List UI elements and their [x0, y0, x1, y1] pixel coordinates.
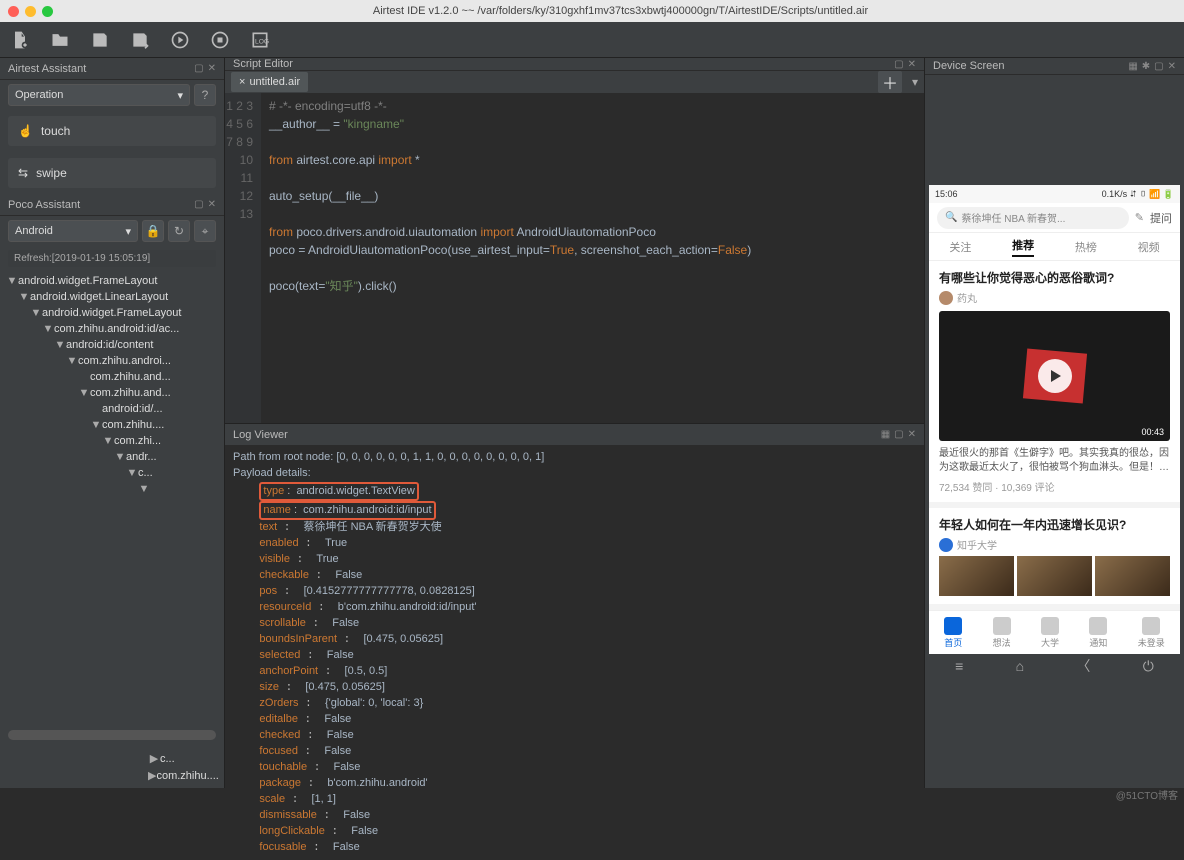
back-icon[interactable]: 〈 [1076, 656, 1090, 676]
device-mirror[interactable]: 15:060.1K/s ⮃ ▯ 📶 🔋 🔍蔡徐坤任 NBA 新春贺... ✎ 提… [929, 185, 1180, 654]
edit-icon: ✎ [1135, 211, 1144, 224]
close-panel-icon[interactable]: ✕ [908, 59, 916, 70]
phone-bottom-nav[interactable]: 首页想法大学通知 未登录 [929, 610, 1180, 654]
save-icon[interactable] [90, 30, 110, 50]
device-nav-bar[interactable]: ≡ ⌂ 〈 ⏻ [929, 654, 1180, 678]
filter-icon[interactable]: ▦ [881, 429, 890, 440]
undock-icon[interactable]: ▢ [894, 429, 903, 440]
tree-row[interactable]: ▼ [0, 481, 224, 497]
device-screen-header: Device Screen ▦✱▢✕ [925, 58, 1184, 75]
svg-text:LOG: LOG [255, 38, 269, 45]
touch-button[interactable]: ☝touch [8, 116, 216, 146]
refresh-button[interactable]: ↻ [168, 220, 190, 242]
window-title: Airtest IDE v1.2.0 ~~ /var/folders/ky/31… [65, 5, 1176, 17]
phone-search-input[interactable]: 🔍蔡徐坤任 NBA 新春贺... [937, 207, 1129, 229]
tree-row[interactable]: ▼ c... [0, 465, 224, 481]
tree-row[interactable]: android:id/... [0, 401, 224, 417]
tree-row[interactable]: ▼ android:id/content [0, 337, 224, 353]
tree-row[interactable]: com.zhihu.and... [0, 369, 224, 385]
tree-row[interactable]: ▼ android.widget.LinearLayout [0, 289, 224, 305]
stop-icon[interactable] [210, 30, 230, 50]
hand-icon: ☝ [18, 124, 33, 138]
phone-nav-item[interactable]: 首页 [944, 617, 962, 649]
close-panel-icon[interactable]: ✕ [1168, 61, 1176, 72]
poco-assistant-header: Poco Assistant ▢✕ [0, 194, 224, 216]
close-panel-icon[interactable]: ✕ [908, 429, 916, 440]
tree-row[interactable]: ▼ andr... [0, 449, 224, 465]
tree-row[interactable]: ▼ com.zhihu.and... [0, 385, 224, 401]
script-editor-header: Script Editor ▢✕ [225, 58, 924, 71]
lock-button[interactable]: 🔒 [142, 220, 164, 242]
report-icon[interactable]: LOG [250, 30, 270, 50]
phone-status-bar: 15:060.1K/s ⮃ ▯ 📶 🔋 [929, 185, 1180, 203]
power-icon[interactable]: ⏻ [1143, 658, 1154, 675]
play-icon[interactable] [1038, 359, 1072, 393]
tree-row[interactable]: ▼ com.zhihu.... [0, 417, 224, 433]
log-output[interactable]: Path from root node: [0, 0, 0, 0, 0, 0, … [225, 446, 924, 860]
close-tab-icon[interactable]: × [239, 76, 245, 88]
chevron-down-icon: ▾ [125, 225, 131, 238]
phone-nav-item[interactable]: 想法 [993, 617, 1011, 649]
tree-row[interactable]: ▼ com.zhi... [0, 433, 224, 449]
avatar [939, 538, 953, 552]
home-icon[interactable]: ⌂ [1016, 658, 1024, 674]
minimize-window-icon[interactable] [25, 6, 36, 17]
inspect-button[interactable]: ⌖ [194, 220, 216, 242]
close-window-icon[interactable] [8, 6, 19, 17]
chevron-down-icon: ▾ [177, 89, 183, 102]
undock-icon[interactable]: ▢ [1154, 61, 1163, 72]
swipe-icon: ⇆ [18, 166, 28, 180]
tree-row[interactable] [0, 497, 224, 501]
new-tab-button[interactable]: ＋ [878, 71, 902, 93]
poco-driver-select[interactable]: Android▾ [8, 220, 138, 242]
maximize-window-icon[interactable] [42, 6, 53, 17]
video-thumbnail[interactable]: 00:43 [939, 311, 1170, 441]
tree-row[interactable]: ▼ android.widget.FrameLayout [0, 305, 224, 321]
tools-icon[interactable]: ✱ [1142, 61, 1150, 72]
avatar [939, 291, 953, 305]
phone-tab[interactable]: 热榜 [1075, 239, 1097, 255]
undock-icon[interactable]: ▢ [194, 199, 203, 210]
phone-tab[interactable]: 推荐 [1012, 237, 1034, 257]
phone-tab[interactable]: 视频 [1138, 239, 1160, 255]
window-titlebar: Airtest IDE v1.2.0 ~~ /var/folders/ky/31… [0, 0, 1184, 22]
feed-card[interactable]: 有哪些让你觉得恶心的恶俗歌词? 药丸 00:43 最近很火的那首《生僻字》吧。其… [929, 261, 1180, 508]
save-as-icon[interactable] [130, 30, 150, 50]
log-viewer-header: Log Viewer ▦▢✕ [225, 424, 924, 446]
search-icon: 🔍 [945, 212, 957, 223]
phone-nav-item[interactable]: 大学 [1041, 617, 1059, 649]
phone-feed-tabs[interactable]: 关注 推荐 热榜 视频 [929, 233, 1180, 261]
tab-menu-icon[interactable]: ▾ [912, 75, 918, 89]
tree-row[interactable]: ▼ com.zhihu.android:id/ac... [0, 321, 224, 337]
feed-card[interactable]: 年轻人如何在一年内迅速增长见识? 知乎大学 [929, 508, 1180, 610]
tree-row[interactable]: ▼ android.widget.FrameLayout [0, 273, 224, 289]
code-editor[interactable]: 1 2 3 4 5 6 7 8 9 10 11 12 13 # -*- enco… [225, 93, 924, 423]
operation-select[interactable]: Operation▾ [8, 84, 190, 106]
undock-icon[interactable]: ▢ [194, 63, 203, 74]
new-file-icon[interactable] [10, 30, 30, 50]
help-button[interactable]: ? [194, 84, 216, 106]
ui-hierarchy-tree[interactable]: ▼ android.widget.FrameLayout▼ android.wi… [0, 271, 224, 724]
editor-tab[interactable]: ×untitled.air [231, 72, 308, 92]
undock-icon[interactable]: ▢ [894, 59, 903, 70]
ask-button[interactable]: 提问 [1150, 210, 1172, 226]
watermark-text: @51CTO博客 [1116, 787, 1178, 802]
run-icon[interactable] [170, 30, 190, 50]
main-toolbar: LOG [0, 22, 1184, 58]
close-panel-icon[interactable]: ✕ [208, 199, 216, 210]
phone-tab[interactable]: 关注 [949, 239, 971, 255]
tree-row[interactable]: ▶ c... [8, 750, 216, 767]
airtest-assistant-header: Airtest Assistant ▢✕ [0, 58, 224, 80]
phone-nav-item[interactable]: 未登录 [1138, 617, 1165, 649]
close-panel-icon[interactable]: ✕ [208, 63, 216, 74]
swipe-button[interactable]: ⇆swipe [8, 158, 216, 188]
tree-row[interactable]: ▶ com.zhihu.... [8, 767, 216, 784]
tree-row[interactable]: ▼ com.zhihu.androi... [0, 353, 224, 369]
horizontal-scrollbar[interactable] [8, 730, 216, 740]
open-folder-icon[interactable] [50, 30, 70, 50]
menu-icon[interactable]: ≡ [955, 658, 963, 674]
grid-icon[interactable]: ▦ [1128, 61, 1137, 72]
refresh-timestamp: Refresh:[2019-01-19 15:05:19] [8, 250, 216, 267]
phone-nav-item[interactable]: 通知 [1089, 617, 1107, 649]
